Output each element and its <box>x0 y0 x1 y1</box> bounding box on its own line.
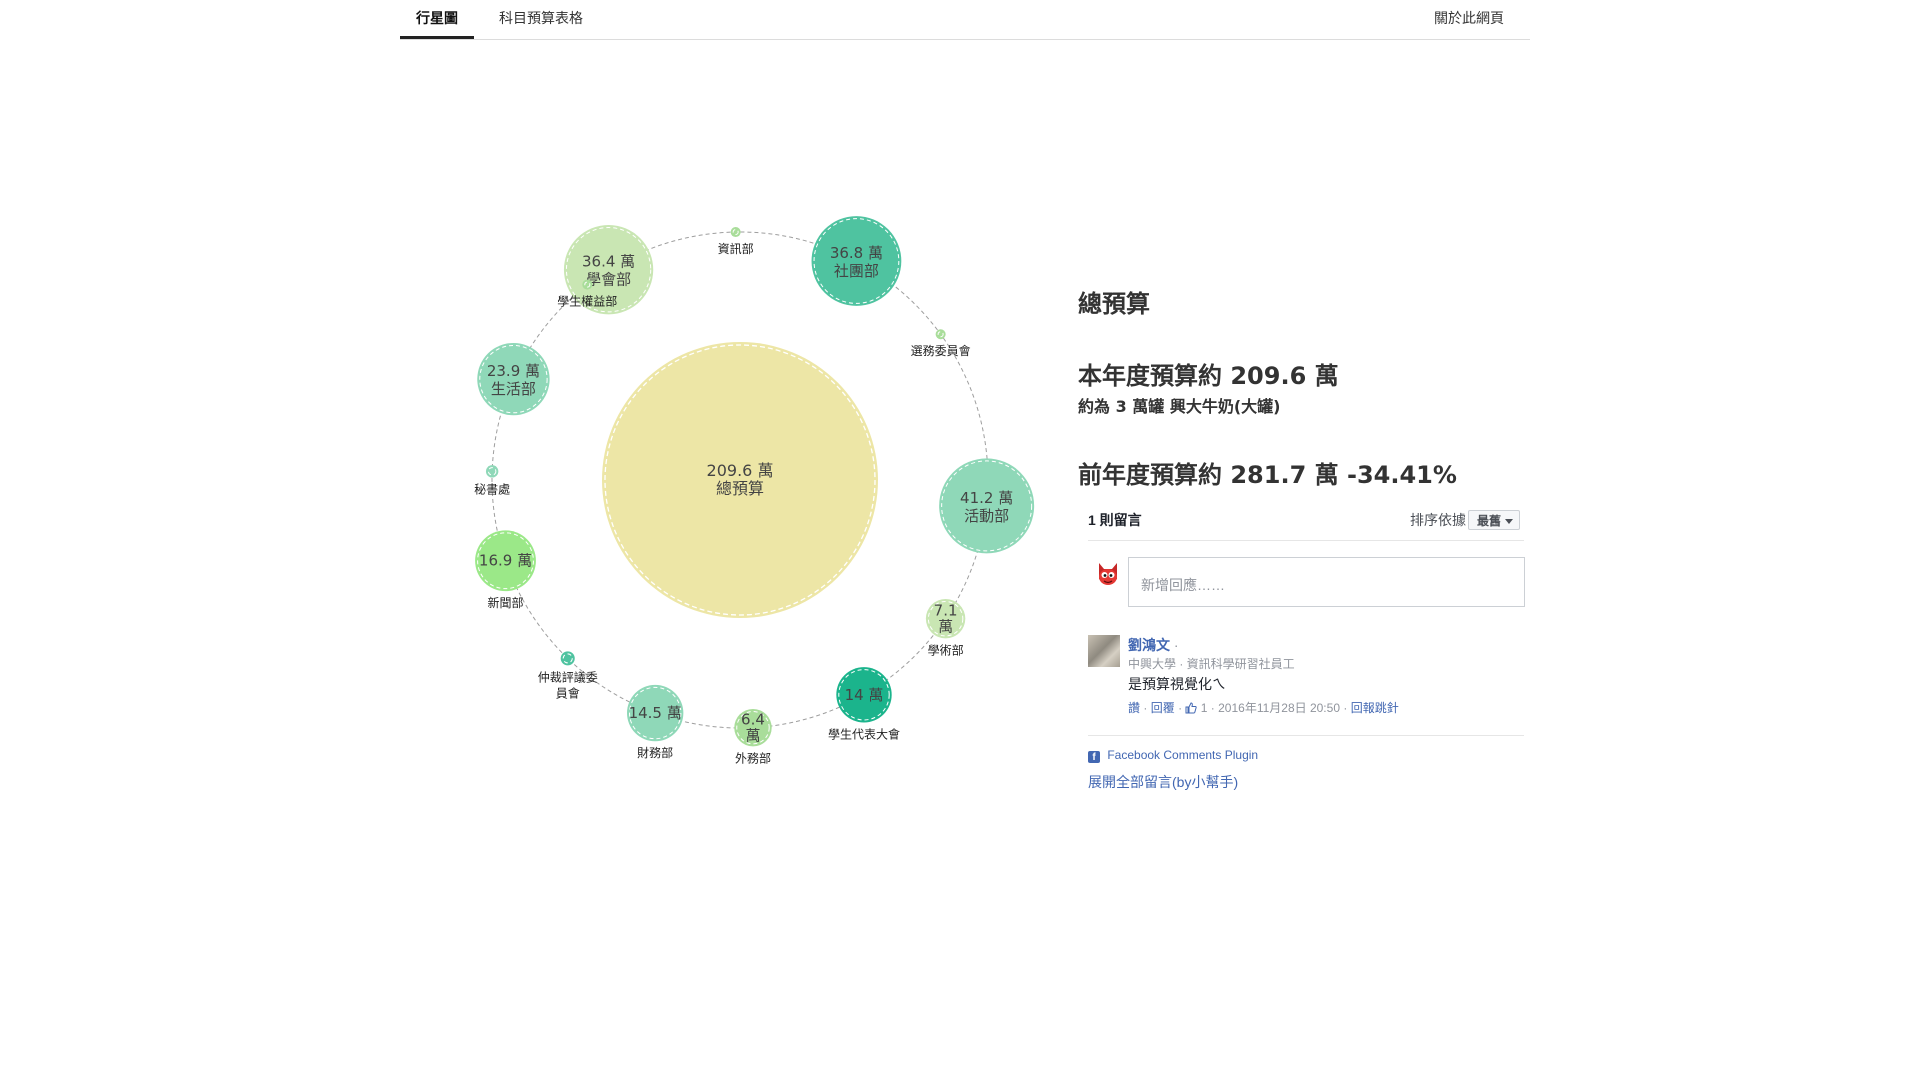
bubble-value-label: 14.5 萬 <box>629 704 682 722</box>
bubble-value-label: 41.2 萬 <box>960 489 1013 507</box>
bubble-value-label: 萬 <box>745 727 760 745</box>
thumbs-up-icon <box>1185 702 1198 714</box>
bubble-value-label: 萬 <box>938 618 953 636</box>
comment-author-meta: 中興大學 · 資訊科學研習社員工 <box>1128 657 1295 671</box>
budget-bubble-chart: 209.6 萬總預算 36.4 萬學會部 資訊部 36.8 萬社團部選務委員會 41.2… <box>474 216 1035 765</box>
bubble-9[interactable]: 仲裁評議委員會 <box>538 651 598 700</box>
top-nav: 行星圖 科目預算表格 關於此網頁 <box>400 0 1530 40</box>
tab-budget-table[interactable]: 科目預算表格 <box>486 0 596 38</box>
bubble-value-label: 209.6 萬 <box>707 461 774 480</box>
comment-count: 1 則留言 <box>1088 512 1142 528</box>
user-avatar-icon <box>1095 557 1121 591</box>
bubble-name-label: 仲裁評議委 <box>538 669 598 684</box>
milk-equivalent: 約為 3 萬罐 興大牛奶(大罐) <box>1078 397 1281 416</box>
bubble-name-label: 總預算 <box>716 479 764 498</box>
bubble-name-label: 資訊部 <box>718 241 754 256</box>
bubble-10[interactable]: 16.9 萬新聞部 <box>475 530 536 610</box>
chevron-down-icon <box>1505 519 1513 524</box>
bubble-4[interactable]: 41.2 萬活動部 <box>939 458 1035 554</box>
comment-composer: 新增回應…… <box>1088 557 1525 635</box>
commenter-avatar[interactable] <box>1088 635 1120 667</box>
sort-label: 排序依據 <box>1410 512 1466 528</box>
facebook-logo-icon: f <box>1088 751 1100 763</box>
fb-comments-plugin: 1 則留言 排序依據 最舊 新增回應…… 劉鴻文 · 中興大學 · 資訊科學研習… <box>1088 506 1525 792</box>
tab-planet-chart[interactable]: 行星圖 <box>400 0 474 39</box>
bubble-name-label: 生活部 <box>491 380 536 398</box>
bubble-7[interactable]: 6.4萬外務部 <box>734 708 772 765</box>
bubble-3[interactable]: 選務委員會 <box>911 329 971 358</box>
comment-input[interactable]: 新增回應…… <box>1128 557 1525 607</box>
bubble-12[interactable]: 23.9 萬生活部 <box>477 342 550 416</box>
bubble-name-label: 學術部 <box>928 642 964 657</box>
bubble-name-label: 社團部 <box>834 262 879 280</box>
bubble-2[interactable]: 36.8 萬社團部 <box>811 216 902 306</box>
bubble-name-label: 秘書處 <box>474 483 510 497</box>
comment-text: 是預算視覺化ㄟ <box>1128 676 1226 692</box>
bubble-value-label: 36.8 萬 <box>830 244 883 262</box>
like-count: 1 <box>1200 701 1208 715</box>
bubble-value-label: 36.4 萬 <box>582 253 635 271</box>
bubble-name-label: 活動部 <box>964 507 1009 525</box>
bubble-value-label: 14 萬 <box>845 686 884 704</box>
sort-dropdown[interactable]: 最舊 <box>1468 510 1520 530</box>
bubble-center-total[interactable]: 209.6 萬總預算 <box>602 342 878 618</box>
about-link[interactable]: 關於此網頁 <box>1424 0 1514 38</box>
comments-header: 1 則留言 排序依據 最舊 <box>1088 506 1524 541</box>
bubble-value-label: 23.9 萬 <box>487 362 540 380</box>
comment-author[interactable]: 劉鴻文 <box>1128 637 1170 653</box>
bubble-value-label: 16.9 萬 <box>479 552 532 570</box>
comment-timestamp[interactable]: 2016年11月28日 20:50 <box>1218 701 1340 715</box>
expand-comments-link[interactable]: 展開全部留言(by小幫手) <box>1088 772 1524 792</box>
like-link[interactable]: 讚 <box>1128 701 1140 715</box>
current-budget: 本年度預算約 209.6 萬 <box>1078 362 1339 390</box>
bubble-name-label: 學生權益部 <box>557 294 617 309</box>
previous-budget: 前年度預算約 281.7 萬 -34.41% <box>1078 461 1457 489</box>
bubble-8[interactable]: 14.5 萬財務部 <box>627 684 684 760</box>
bubble-name-label: 財務部 <box>637 745 673 760</box>
bubble-name-label: 員會 <box>556 686 580 700</box>
bubble-1[interactable]: 資訊部 <box>718 227 754 256</box>
comment-actions: 讚 · 回覆 · 1 · 2016年11月28日 20:50 · 回報跳針 <box>1128 701 1399 715</box>
bubble-5[interactable]: 7.1萬學術部 <box>925 598 966 657</box>
reply-link[interactable]: 回覆 <box>1151 701 1175 715</box>
report-link[interactable]: 回報跳針 <box>1351 701 1399 715</box>
fb-plugin-link[interactable]: Facebook Comments Plugin <box>1107 748 1258 762</box>
author-separator: · <box>1173 637 1179 653</box>
bubble-name-label: 選務委員會 <box>911 344 971 358</box>
bubble-name-label: 學會部 <box>586 271 631 289</box>
comment-item: 劉鴻文 · 中興大學 · 資訊科學研習社員工 是預算視覺化ㄟ 讚 · 回覆 · … <box>1088 635 1524 736</box>
bubble-6[interactable]: 14 萬學生代表大會 <box>828 667 900 741</box>
bubble-name-label: 學生代表大會 <box>828 727 900 741</box>
bubble-name-label: 外務部 <box>735 750 771 765</box>
bubble-name-label: 新聞部 <box>488 595 524 610</box>
selected-title: 總預算 <box>1078 290 1150 318</box>
sort-value: 最舊 <box>1477 514 1502 528</box>
